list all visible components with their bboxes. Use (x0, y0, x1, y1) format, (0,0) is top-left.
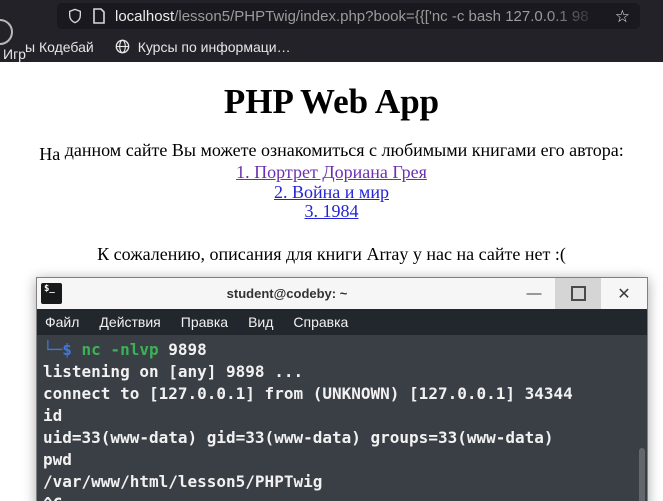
terminal-app-icon: $_ (41, 283, 62, 304)
terminal-line: uid=33(www-data) gid=33(www-data) groups… (43, 428, 554, 447)
menu-item[interactable]: Справка (293, 314, 348, 330)
maximize-button[interactable] (555, 278, 601, 309)
address-bar[interactable]: localhost/lesson5/PHPTwig/index.php?book… (57, 3, 640, 29)
window-controls: — ✕ (513, 278, 647, 309)
bookmark-label-fragment: Игр (3, 46, 26, 62)
terminal-menubar: Файл Действия Правка Вид Справка (37, 309, 647, 335)
no-description-message: К сожалению, описания для книги Array у … (97, 243, 566, 264)
page-icon[interactable] (92, 8, 106, 24)
terminal-line: listening on [any] 9898 ... (43, 362, 304, 381)
bookmark-item-courses[interactable]: Курсы по информаци… (115, 39, 291, 55)
intro-text: На данном сайте Вы можете ознакомиться с… (0, 140, 663, 164)
terminal-output[interactable]: └─$ nc -nlvp 9898 listening on [any] 9898… (37, 335, 647, 501)
minimize-button[interactable]: — (513, 278, 555, 309)
book-link[interactable]: 1. Портрет Дориана Грея (0, 162, 663, 183)
terminal-window-title: student@codeby: ~ (226, 286, 348, 301)
intro-rest: данном сайте Вы можете ознакомиться с лю… (60, 140, 624, 160)
terminal-window: $_ student@codeby: ~ — ✕ Файл Действия Пра… (36, 277, 648, 501)
bookmark-label: Курсы по информаци… (137, 38, 291, 55)
url-host: localhost (115, 7, 175, 25)
book-links: 1. Портрет Дориана Грея 2. Война и мир 3. … (0, 162, 663, 222)
book-link[interactable]: 3. 1984 (0, 201, 663, 222)
url-path: /lesson5/PHPTwig/index.php?book={{['nc -… (174, 7, 589, 25)
terminal-line: ^C (43, 493, 647, 501)
menu-item[interactable]: Правка (181, 314, 228, 330)
close-button[interactable]: ✕ (601, 278, 647, 309)
shield-icon[interactable] (67, 8, 83, 24)
terminal-line: /var/www/html/lesson5/PHPTwig (43, 472, 323, 491)
terminal-titlebar[interactable]: $_ student@codeby: ~ — ✕ (37, 278, 647, 309)
url-input[interactable]: localhost/lesson5/PHPTwig/index.php?book… (115, 8, 606, 25)
globe-icon (115, 39, 130, 54)
terminal-line: connect to [127.0.0.1] from (UNKNOWN) [1… (43, 384, 573, 403)
intro-first-word: На (39, 144, 61, 164)
screen: localhost/lesson5/PHPTwig/index.php?book… (0, 0, 663, 501)
bookmark-star-icon[interactable]: ☆ (615, 8, 630, 25)
terminal-line: pwd (43, 450, 72, 469)
menu-item[interactable]: Вид (248, 314, 273, 330)
terminal-scrollbar-thumb[interactable] (639, 448, 645, 501)
page-title: PHP Web App (223, 82, 440, 121)
terminal-line: id (43, 406, 63, 425)
maximize-icon (570, 286, 586, 301)
menu-item[interactable]: Действия (99, 314, 160, 330)
menu-item[interactable]: Файл (45, 314, 79, 330)
bookmark-item-codeby[interactable]: ы Кодебай (25, 39, 94, 55)
bookmarks-bar: Игр ы Кодебай Курсы по информаци… (0, 31, 663, 63)
browser-toolbar: localhost/lesson5/PHPTwig/index.php?book… (0, 0, 663, 62)
book-link[interactable]: 2. Война и мир (0, 182, 663, 203)
terminal-line: └─$ nc -nlvp 9898 (43, 340, 207, 359)
